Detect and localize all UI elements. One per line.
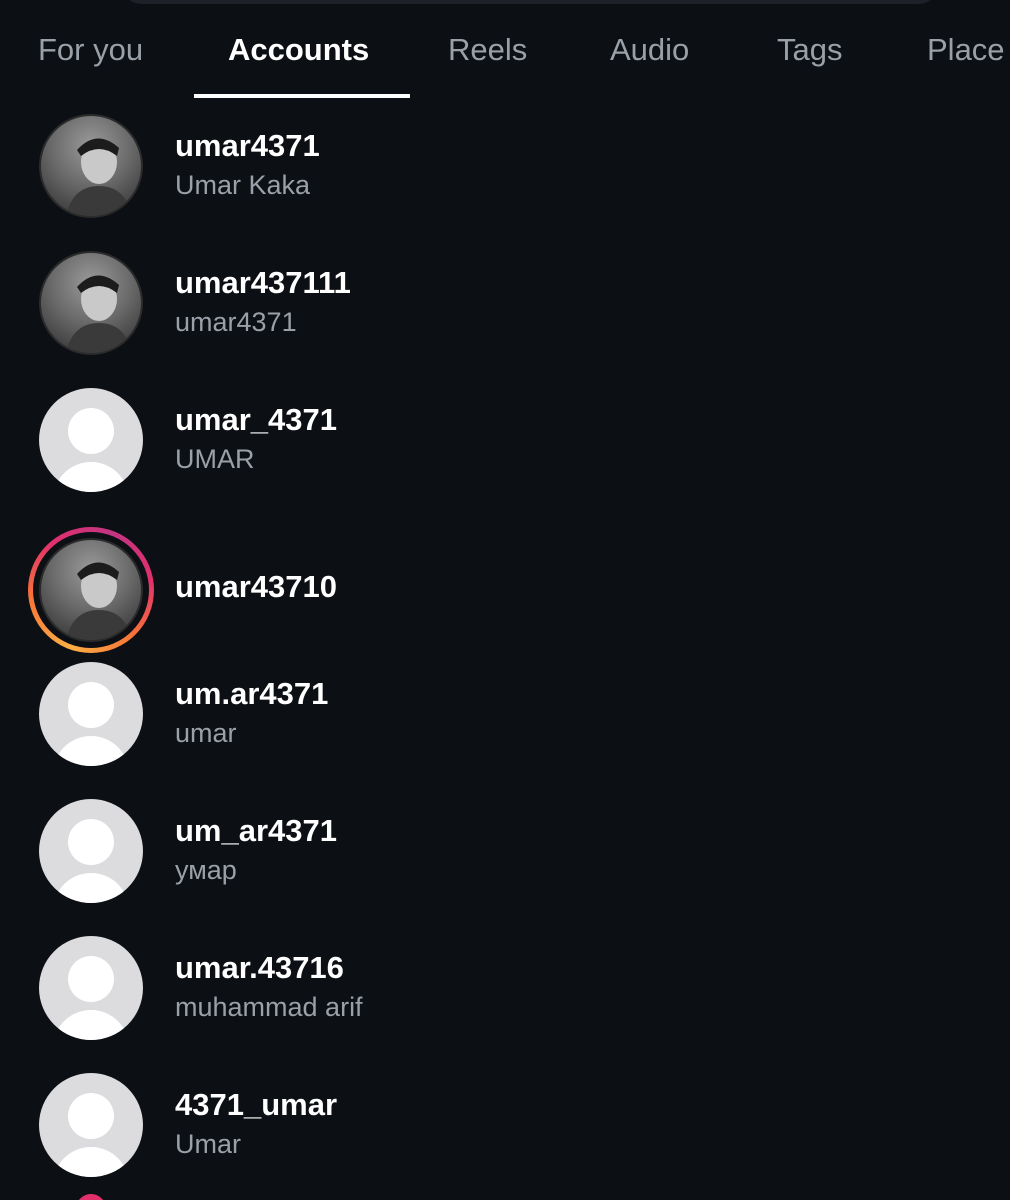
account-username: umar4371 [175, 128, 320, 163]
account-full-name: Umar Kaka [175, 170, 311, 200]
story-ring[interactable] [28, 527, 154, 653]
default-avatar-icon[interactable] [39, 388, 143, 492]
search-bar[interactable] [120, 0, 940, 4]
tab-tags[interactable]: Tags [777, 32, 842, 68]
tab-reels[interactable]: Reels [448, 32, 527, 68]
default-avatar-icon[interactable] [39, 936, 143, 1040]
default-avatar-icon[interactable] [39, 799, 143, 903]
account-full-name: UMAR [175, 444, 255, 474]
account-full-name: muhammad arif [175, 992, 363, 1022]
account-username: umar43710 [175, 569, 338, 604]
list-item[interactable]: umar4371 Umar Kaka [0, 114, 1010, 251]
account-username: um.ar4371 [175, 676, 329, 711]
account-username: umar437111 [175, 265, 351, 300]
active-tab-indicator [194, 94, 410, 98]
default-avatar-icon[interactable] [39, 662, 143, 766]
profile-photo-icon [65, 562, 133, 640]
list-item[interactable]: um_ar4371 умар [0, 799, 1010, 936]
tab-audio[interactable]: Audio [610, 32, 689, 68]
list-item[interactable]: um.ar4371 umar [0, 662, 1010, 799]
profile-photo-icon [65, 138, 133, 216]
list-item[interactable]: umar43710 [0, 525, 1010, 662]
list-item[interactable]: umar.43716 muhammad arif [0, 936, 1010, 1073]
avatar[interactable] [39, 251, 143, 355]
search-tabs: For you Accounts Reels Audio Tags Place [0, 18, 1010, 98]
account-full-name: umar4371 [175, 307, 297, 337]
default-avatar-icon[interactable] [39, 1073, 143, 1177]
account-username: umar.43716 [175, 950, 344, 985]
tab-accounts[interactable]: Accounts [228, 32, 369, 68]
tab-places[interactable]: Place [927, 32, 1005, 68]
account-full-name: Umar [175, 1129, 241, 1159]
list-item[interactable]: umar437111 umar4371 [0, 251, 1010, 388]
account-username: um_ar4371 [175, 813, 338, 848]
list-item[interactable]: umar_4371 UMAR [0, 388, 1010, 525]
account-username: 4371_umar [175, 1087, 338, 1122]
avatar [39, 538, 143, 642]
account-full-name: умар [175, 855, 237, 885]
profile-photo-icon [65, 275, 133, 353]
tab-for-you[interactable]: For you [38, 32, 143, 68]
accounts-list: umar4371 Umar Kaka umar437111 umar4371 u… [0, 114, 1010, 1200]
list-item[interactable]: 4371_umar Umar [0, 1073, 1010, 1200]
account-full-name: umar [175, 718, 237, 748]
search-results-page: For you Accounts Reels Audio Tags Place … [0, 0, 1010, 1200]
avatar[interactable] [39, 114, 143, 218]
account-username: umar_4371 [175, 402, 338, 437]
